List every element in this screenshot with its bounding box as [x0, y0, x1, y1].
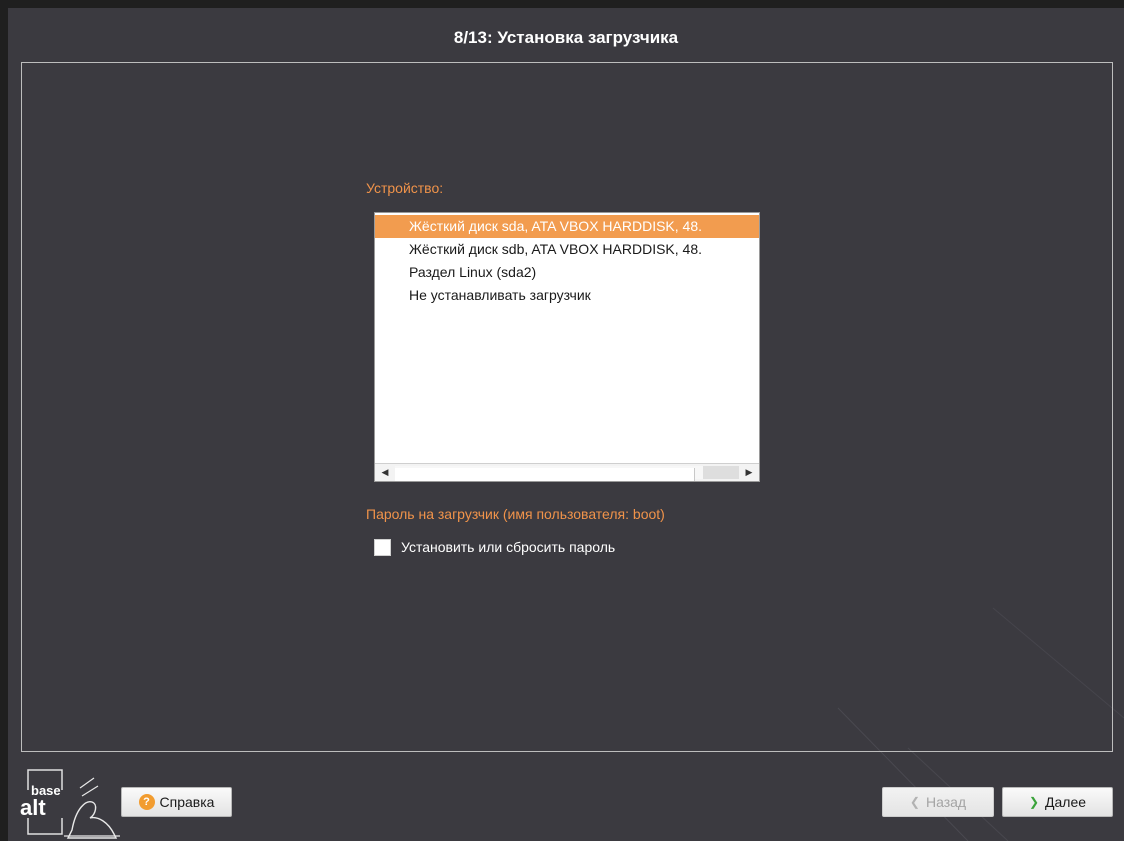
installer-window: 8/13: Установка загрузчика Устройство: Ж… [8, 8, 1124, 841]
device-list[interactable]: Жёсткий диск sda, ATA VBOX HARDDISK, 48.… [374, 212, 760, 482]
device-list-item[interactable]: Жёсткий диск sdb, ATA VBOX HARDDISK, 48. [375, 238, 759, 261]
device-list-item[interactable]: Жёсткий диск sda, ATA VBOX HARDDISK, 48. [375, 215, 759, 238]
next-button[interactable]: ❯ Далее [1002, 787, 1113, 817]
horizontal-scrollbar[interactable]: ◀ ▶ [375, 463, 759, 481]
back-button-label: Назад [925, 794, 967, 810]
scrollbar-thumb[interactable] [395, 468, 695, 481]
set-password-checkbox-row[interactable]: Установить или сбросить пароль [374, 537, 615, 557]
help-button-label: Справка [159, 794, 215, 810]
set-password-checkbox[interactable] [374, 538, 391, 556]
scrollbar-remaining-track[interactable] [703, 466, 739, 479]
device-list-item[interactable]: Раздел Linux (sda2) [375, 261, 759, 284]
chevron-left-icon: ❮ [909, 795, 920, 809]
device-label: Устройство: [366, 180, 444, 196]
step-title: 8/13: Установка загрузчика [453, 28, 679, 47]
device-list-item[interactable]: Не устанавливать загрузчик [375, 284, 759, 307]
scroll-left-arrow-icon[interactable]: ◀ [377, 464, 393, 481]
help-button[interactable]: ? Справка [121, 787, 232, 817]
device-list-items: Жёсткий диск sda, ATA VBOX HARDDISK, 48.… [375, 215, 759, 307]
help-icon: ? [138, 794, 155, 810]
logo-bottom-text: alt [20, 795, 46, 820]
scrollbar-track[interactable] [395, 466, 739, 481]
next-button-label: Далее [1045, 794, 1087, 810]
basealt-logo: base alt [20, 769, 120, 839]
back-button[interactable]: ❮ Назад [882, 787, 994, 817]
set-password-checkbox-label[interactable]: Установить или сбросить пароль [401, 539, 615, 555]
chevron-right-icon: ❯ [1028, 795, 1040, 809]
scroll-right-arrow-icon[interactable]: ▶ [741, 464, 757, 481]
bootloader-password-label: Пароль на загрузчик (имя пользователя: b… [366, 506, 665, 522]
